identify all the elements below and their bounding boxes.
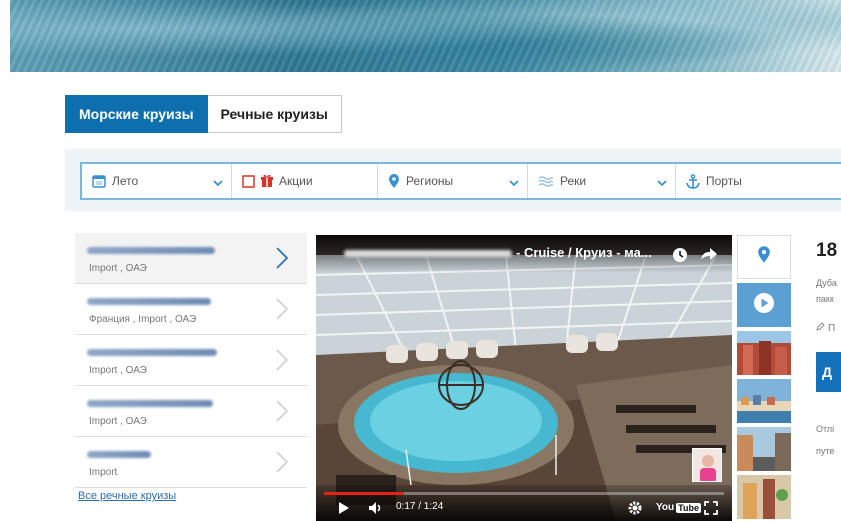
fullscreen-icon[interactable] <box>704 501 718 515</box>
filter-regions[interactable]: Регионы <box>378 164 528 198</box>
list-item[interactable]: Import , ОАЭ <box>75 233 307 284</box>
filter-bar: Лето Акции Регионы Реки Порты <box>80 162 841 200</box>
filter-season-label: Лето <box>112 174 139 188</box>
video-title-blurred <box>344 250 512 257</box>
cruise-note: П <box>816 322 835 334</box>
chevron-down-icon <box>213 176 223 190</box>
photo-thumbnail[interactable] <box>737 427 791 471</box>
play-icon[interactable] <box>338 501 350 515</box>
cruise-package-text: пакк <box>816 294 834 304</box>
video-title[interactable]: - Cruise / Круиз - ма... <box>516 245 652 260</box>
video-time: 0:17 / 1:24 <box>396 501 444 512</box>
chevron-right-icon <box>275 450 289 479</box>
hero-banner <box>10 0 841 72</box>
waves-icon <box>538 175 554 187</box>
video-frame-pool-deck <box>316 235 732 521</box>
youtube-logo-tube: Tube <box>676 502 701 513</box>
cruise-subtitle: Import , ОАЭ <box>89 416 147 427</box>
video-progress-fill <box>324 492 404 495</box>
settings-gear-icon[interactable] <box>628 501 642 515</box>
photo-thumbnail[interactable] <box>737 379 791 423</box>
gift-icon <box>261 174 273 188</box>
video-progress-bar[interactable] <box>324 492 724 495</box>
map-pin-icon <box>388 173 400 189</box>
list-item[interactable]: Import , ОАЭ <box>75 335 307 386</box>
checkbox-icon[interactable] <box>242 174 255 188</box>
cruise-list: Import , ОАЭ Франция , Import , ОАЭ Impo… <box>75 233 307 488</box>
tab-sea-cruises[interactable]: Морские круизы <box>65 95 208 133</box>
photo-thumbnail[interactable] <box>737 475 791 519</box>
filter-promotions-label: Акции <box>279 174 313 188</box>
chevron-right-icon <box>275 399 289 428</box>
cruise-type-tabs: Морские круизы Речные круизы <box>65 95 342 133</box>
cruise-day-count: 18 <box>816 240 838 261</box>
channel-avatar[interactable] <box>692 448 722 482</box>
list-item[interactable]: Франция , Import , ОАЭ <box>75 284 307 335</box>
filter-season[interactable]: Лето <box>82 164 232 198</box>
chevron-right-icon <box>275 297 289 326</box>
filter-ports-label: Порты <box>706 174 742 188</box>
share-icon[interactable] <box>700 247 718 266</box>
calendar-icon <box>92 174 106 188</box>
map-pin-icon <box>757 245 771 269</box>
video-player[interactable]: - Cruise / Круиз - ма... 0:17 / 1:24 You… <box>316 235 732 521</box>
tab-river-cruises[interactable]: Речные круизы <box>207 95 342 133</box>
cruise-title-blurred <box>87 247 215 254</box>
cruise-title-blurred <box>87 451 151 458</box>
filter-promotions[interactable]: Акции <box>232 164 378 198</box>
filter-ports[interactable]: Порты <box>676 164 841 198</box>
filter-rivers[interactable]: Реки <box>528 164 676 198</box>
pencil-icon <box>816 322 825 334</box>
chevron-down-icon <box>509 176 519 190</box>
anchor-icon <box>686 173 700 189</box>
filter-rivers-label: Реки <box>560 174 587 188</box>
watch-later-icon[interactable] <box>672 247 688 268</box>
map-thumbnail[interactable] <box>737 235 791 279</box>
cruise-subtitle: Import , ОАЭ <box>89 365 147 376</box>
chevron-right-icon <box>275 246 289 275</box>
all-river-cruises-link[interactable]: Все речные круизы <box>78 490 176 502</box>
cruise-title-blurred <box>87 400 213 407</box>
cruise-route-text: Дуба <box>816 278 837 288</box>
cruise-title-blurred <box>87 349 217 356</box>
youtube-logo-you: You <box>656 502 675 513</box>
media-thumbnails <box>737 235 791 521</box>
chevron-right-icon <box>275 348 289 377</box>
video-thumbnail[interactable] <box>737 283 791 327</box>
photo-thumbnail[interactable] <box>737 331 791 375</box>
cruise-title-blurred <box>87 298 211 305</box>
play-circle-icon <box>753 292 775 319</box>
list-item[interactable]: Import <box>75 437 307 488</box>
review-text-line1: Отлі <box>816 424 835 434</box>
cruise-subtitle: Import <box>89 467 118 478</box>
filter-regions-label: Регионы <box>406 174 454 188</box>
cruise-subtitle: Франция , Import , ОАЭ <box>89 314 197 325</box>
review-text-line2: путе <box>816 446 835 456</box>
chevron-down-icon <box>657 176 667 190</box>
youtube-logo[interactable]: You Tube <box>656 502 701 513</box>
cruise-note-text: П <box>828 322 836 334</box>
list-item[interactable]: Import , ОАЭ <box>75 386 307 437</box>
volume-icon[interactable] <box>368 501 384 515</box>
details-button[interactable]: Д <box>816 352 841 392</box>
cruise-subtitle: Import , ОАЭ <box>89 263 147 274</box>
